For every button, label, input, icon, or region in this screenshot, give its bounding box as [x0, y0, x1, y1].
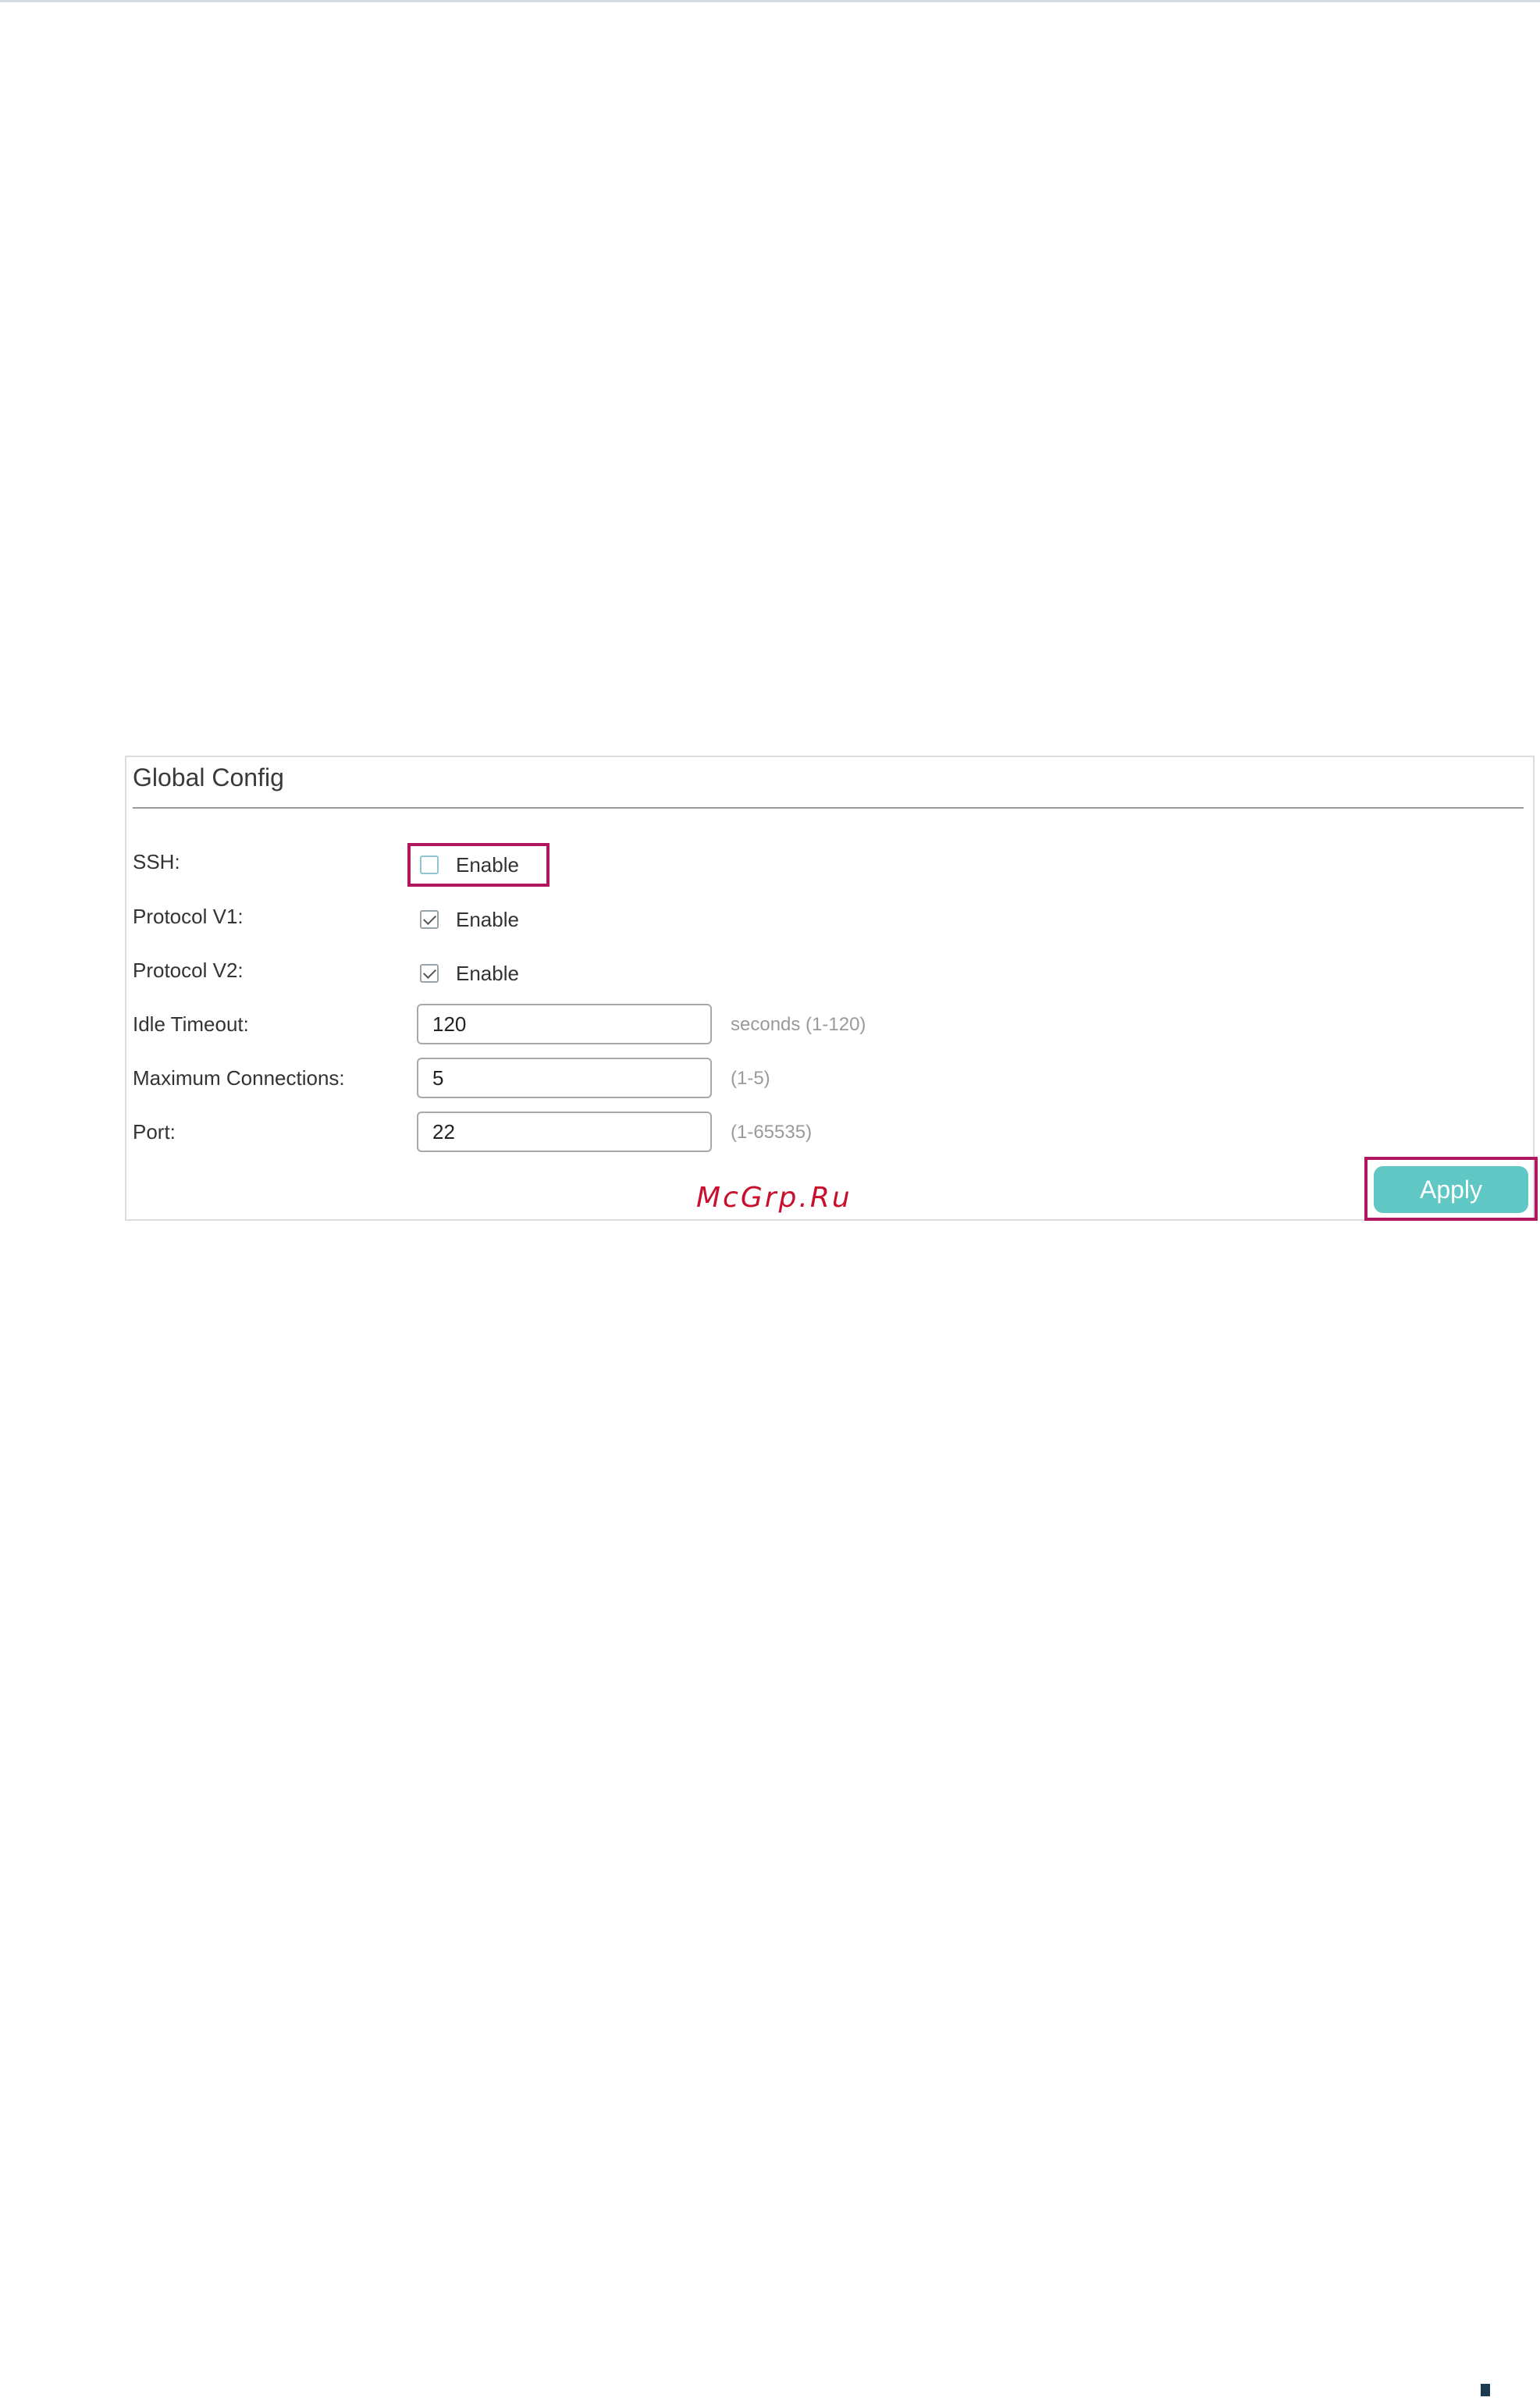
checkmark-icon	[423, 912, 436, 925]
watermark-text: McGrp.Ru	[696, 1182, 852, 1214]
ssh-enable-checkbox[interactable]: Enable	[420, 849, 519, 880]
port-input[interactable]	[417, 1112, 712, 1152]
protocol-v2-checkbox-box[interactable]	[420, 964, 439, 983]
port-hint: (1-65535)	[731, 1122, 813, 1143]
checkmark-icon	[423, 966, 436, 979]
panel-title: Global Config	[133, 763, 284, 791]
protocol-v1-label: Protocol V1:	[133, 905, 244, 928]
ssh-checkbox-box[interactable]	[420, 855, 439, 874]
top-border-line	[0, 0, 1540, 2]
panel-divider	[133, 807, 1524, 809]
protocol-v1-enable-checkbox[interactable]: Enable	[420, 904, 519, 935]
protocol-v1-checkbox-box[interactable]	[420, 910, 439, 929]
apply-button[interactable]: Apply	[1374, 1166, 1528, 1213]
port-label: Port:	[133, 1120, 176, 1144]
maximum-connections-hint: (1-5)	[731, 1068, 770, 1089]
idle-timeout-label: Idle Timeout:	[133, 1012, 249, 1036]
maximum-connections-input[interactable]	[417, 1058, 712, 1098]
idle-timeout-input[interactable]	[417, 1004, 712, 1044]
idle-timeout-hint: seconds (1-120)	[731, 1014, 866, 1035]
global-config-panel: Global Config SSH: Enable Protocol V1: E…	[125, 756, 1538, 1221]
protocol-v2-enable-label: Enable	[456, 961, 519, 985]
maximum-connections-label: Maximum Connections:	[133, 1066, 345, 1090]
protocol-v2-enable-checkbox[interactable]: Enable	[420, 958, 519, 989]
protocol-v1-enable-label: Enable	[456, 907, 519, 931]
corner-mark	[1481, 2384, 1490, 2396]
ssh-enable-label: Enable	[456, 852, 519, 877]
ssh-label: SSH:	[133, 850, 180, 873]
protocol-v2-label: Protocol V2:	[133, 959, 244, 982]
